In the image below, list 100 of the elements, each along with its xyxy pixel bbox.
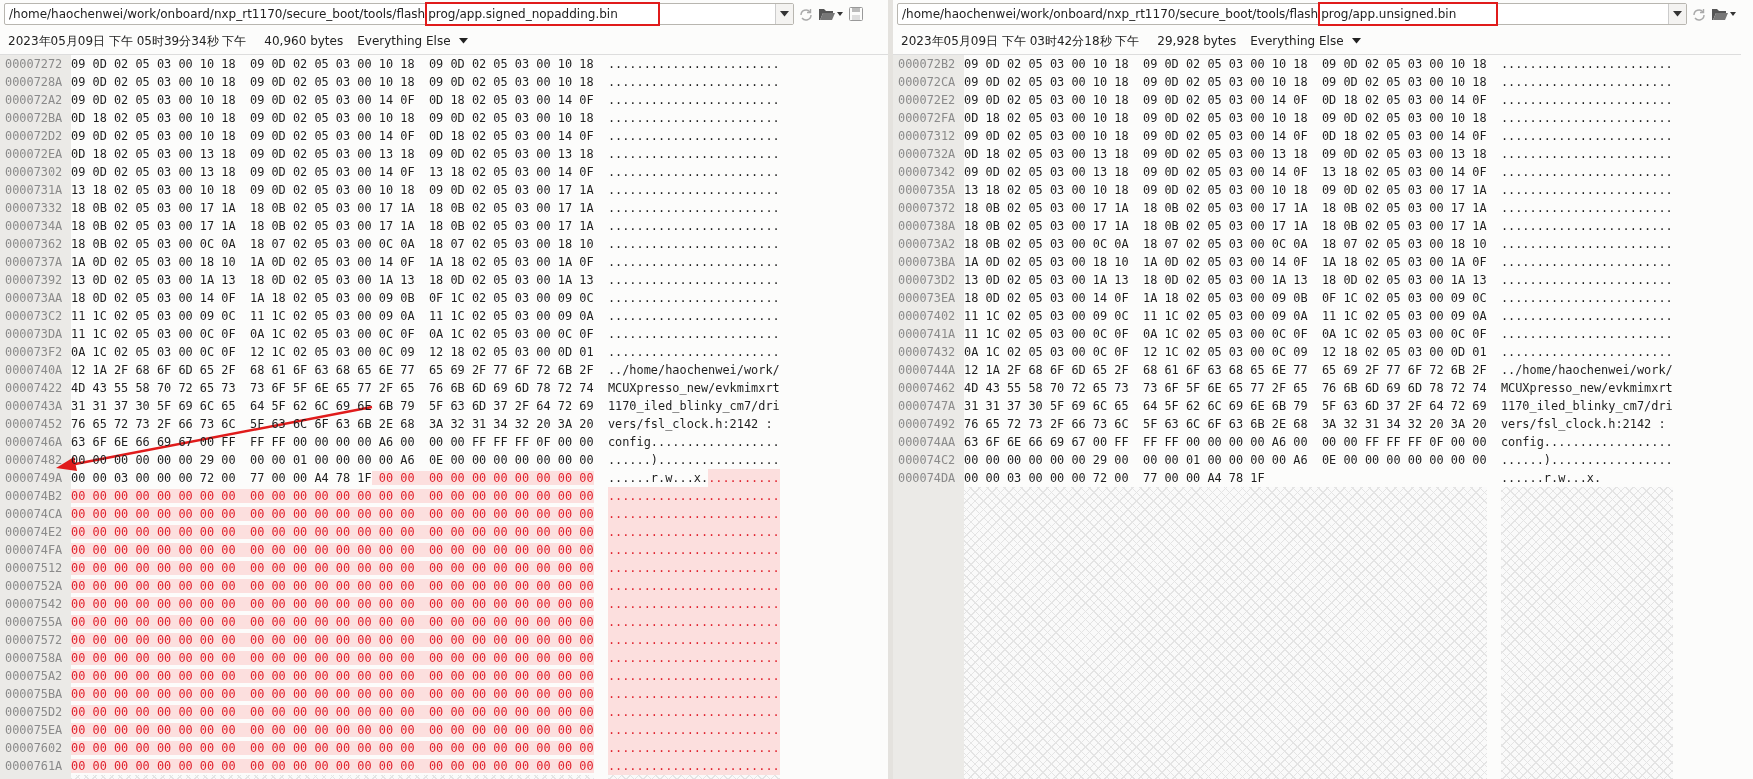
- hex-bytes: 13 0D 02 05 03 00 1A 13: [964, 273, 1130, 287]
- hex-bytes: 09 0D 02 05 03 00 14 0F: [249, 129, 416, 143]
- hex-bytes: 09 0D 02 05 03 00 10 18: [1321, 75, 1487, 89]
- ascii-text: ........................: [1500, 146, 1673, 163]
- offset-cell: 0000743A: [0, 397, 71, 415]
- hex-bytes: 68 61 6F 63 68 65 6E 77: [1142, 363, 1309, 377]
- hex-bytes: 1A 0D 02 05 03 00 14 0F: [1142, 255, 1309, 269]
- hex-bytes: 18 0D 02 05 03 00 14 0F: [71, 291, 237, 305]
- hex-bytes: 0E 00 00 00 00 00 00 00: [428, 453, 594, 467]
- hex-bytes: 5F 63 6D 37 2F 64 72 69: [1321, 399, 1487, 413]
- ascii-text: ......r.w...x.: [1500, 470, 1602, 487]
- offset-cell: 00007512: [0, 559, 71, 577]
- hex-bytes: 00 00 00 00 00 00 00 00: [71, 759, 250, 773]
- hex-bytes: 18 0B 02 05 03 00 17 1A: [1142, 219, 1309, 233]
- hex-bytes: 00 00 00 00 00 00 00 00: [249, 525, 429, 539]
- hex-bytes: 18 0D 02 05 03 00 1A 13: [428, 273, 594, 287]
- ascii-text: ........................: [607, 236, 780, 253]
- ascii-text: ........................: [607, 505, 780, 523]
- hex-bytes: 18 07 02 05 03 00 0C 0A: [249, 237, 416, 251]
- offset-cell: 00007402: [893, 307, 964, 325]
- hex-bytes: 09 0D 02 05 03 00 10 18: [1142, 183, 1309, 197]
- ascii-text: ........................: [607, 272, 780, 289]
- hex-bytes: 11 1C 02 05 03 00 0C 0F: [71, 327, 237, 341]
- hex-bytes: 09 0D 02 05 03 00 10 18: [249, 75, 416, 89]
- hex-bytes: 13 18 02 05 03 00 14 0F: [1321, 165, 1487, 179]
- ascii-text: MCUXpresso_new/evkmimxrt: [607, 380, 780, 397]
- hex-bytes: 09 0D 02 05 03 00 17 1A: [428, 183, 594, 197]
- hex-bytes: 00 00 00 00 00 00 00 00: [249, 561, 429, 575]
- ascii-text: ......).................: [607, 452, 780, 469]
- hex-bytes: 31 31 37 30 5F 69 6C 65: [964, 399, 1130, 413]
- hex-bytes: 00 00 00 00 00 00 00 00: [428, 489, 594, 503]
- hex-bytes: 09 0D 02 05 03 00 10 18: [428, 111, 594, 125]
- offset-cell: 00007432: [893, 343, 964, 361]
- dropdown-button[interactable]: [775, 4, 793, 24]
- ascii-text: 1170_iled_blinky_cm7/dri: [1500, 398, 1673, 415]
- offset-cell: 0000755A: [0, 613, 71, 631]
- hex-bytes: 65 69 2F 77 6F 72 6B 2F: [428, 363, 594, 377]
- hex-bytes: 1A 0D 02 05 03 00 18 10: [964, 255, 1130, 269]
- ascii-text: ........................: [607, 110, 780, 127]
- hex-bytes: 00 00 FF FF FF 0F 00 00: [428, 435, 594, 449]
- hex-bytes: 0A 1C 02 05 03 00 0C 0F: [249, 327, 416, 341]
- hex-bytes: 09 0D 02 05 03 00 14 0F: [1142, 93, 1309, 107]
- hex-bytes: 18 0B 02 05 03 00 17 1A: [1142, 201, 1309, 215]
- offset-cell: 0000741A: [893, 325, 964, 343]
- path-field[interactable]: /home/haochenwei/work/onboard/nxp_rt1170/secure_boot/tools/flash prog/app.unsigned.bin: [897, 3, 1687, 25]
- offset-cell: 0000746A: [0, 433, 71, 451]
- hex-bytes: 09 0D 02 05 03 00 10 18: [71, 129, 237, 143]
- hex-bytes: 09 0D 02 05 03 00 10 18: [964, 129, 1130, 143]
- ascii-text: ........................: [1500, 344, 1673, 361]
- folder-icon[interactable]: [1711, 6, 1737, 22]
- hex-bytes: 09 0D 02 05 03 00 10 18: [249, 183, 416, 197]
- hex-bytes: 12 1C 02 05 03 00 0C 09: [249, 345, 416, 359]
- hex-bytes: 00 00 00 00 00 00 00 00: [249, 651, 429, 665]
- save-icon[interactable]: [848, 6, 864, 22]
- ascii-text: ........................: [1500, 74, 1673, 91]
- ascii-text: ........................: [607, 577, 780, 595]
- filter-dropdown[interactable]: Everything Else: [1250, 34, 1361, 48]
- hex-bytes: 00 00 00 00 00 00 00 00: [71, 669, 250, 683]
- offset-cell: 00007342: [893, 163, 964, 181]
- hex-bytes: 11 1C 02 05 03 00 09 0A: [428, 309, 594, 323]
- offset-cell: 00007572: [0, 631, 71, 649]
- offset-cell: 000073DA: [0, 325, 71, 343]
- ascii-text: ........................: [607, 146, 780, 163]
- hex-bytes: 09 0D 02 05 03 00 14 0F: [1142, 165, 1309, 179]
- path-field[interactable]: /home/haochenwei/work/onboard/nxp_rt1170/secure_boot/tools/flash prog/app.signed_nopadding.bin: [4, 3, 794, 25]
- hex-bytes: 0D 18 02 05 03 00 14 0F: [428, 129, 594, 143]
- hex-bytes: 4D 43 55 58 70 72 65 73: [964, 381, 1130, 395]
- offset-cell: 00007602: [0, 739, 71, 757]
- ascii-text: ........................: [607, 290, 780, 307]
- offset-cell: 0000731A: [0, 181, 71, 199]
- ascii-text: ........................: [607, 56, 780, 73]
- hex-bytes: 12 18 02 05 03 00 0D 01: [428, 345, 594, 359]
- file-path: /home/haochenwei/work/onboard/nxp_rt1170/secure_boot/tools/flash: [902, 7, 1319, 21]
- dropdown-button[interactable]: [1668, 4, 1686, 24]
- hex-bytes: 18 0B 02 05 03 00 17 1A: [1321, 219, 1487, 233]
- offset-cell: 00007312: [893, 127, 964, 145]
- hex-bytes: 00 00 00 00 00 00 00 00: [428, 687, 594, 701]
- hex-bytes: 12 1A 2F 68 6F 6D 65 2F: [964, 363, 1130, 377]
- ascii-text: ........................: [607, 308, 780, 325]
- hex-bytes: 09 0D 02 05 03 00 10 18: [1321, 57, 1487, 71]
- ascii-text: ........................: [1500, 236, 1673, 253]
- offset-cell: 00007392: [0, 271, 71, 289]
- ascii-text: ......r.w...x.: [607, 470, 709, 487]
- caret-icon: [1673, 11, 1682, 17]
- ascii-text: ........................: [607, 703, 780, 721]
- ascii-text: ........................: [607, 92, 780, 109]
- hex-bytes: 09 0D 02 05 03 00 10 18: [964, 57, 1130, 71]
- ascii-text: ........................: [607, 595, 780, 613]
- hex-bytes: 0D 18 02 05 03 00 13 18: [71, 147, 237, 161]
- hex-bytes: 00 00 00 00 00 00 00 00: [249, 579, 429, 593]
- hex-bytes: 00 00 00 00 00 00 00 00: [249, 543, 429, 557]
- offset-cell: 0000752A: [0, 577, 71, 595]
- folder-icon[interactable]: [818, 6, 844, 22]
- ascii-text: ........................: [607, 200, 780, 217]
- hex-bytes: 1A 0D 02 05 03 00 14 0F: [249, 255, 416, 269]
- hex-bytes: 0A 1C 02 05 03 00 0C 0F: [964, 345, 1130, 359]
- filter-dropdown[interactable]: Everything Else: [357, 34, 468, 48]
- hex-bytes: 00 00 00 00 00 00 00 00: [71, 741, 250, 755]
- hex-bytes: 76 6B 6D 69 6D 78 72 74: [428, 381, 594, 395]
- offset-cell: 000074C2: [893, 451, 964, 469]
